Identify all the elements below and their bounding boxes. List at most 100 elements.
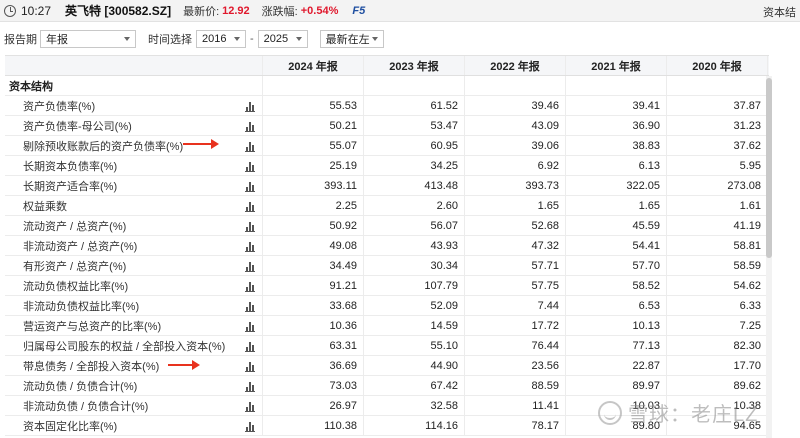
to-year-select[interactable]: 2025	[257, 30, 308, 48]
bar-chart-icon[interactable]	[245, 382, 255, 392]
value-cell: 33.68	[263, 296, 364, 315]
row-label: 归属母公司股东的权益 / 全部投入资本(%)	[23, 340, 226, 353]
period-label: 报告期	[4, 34, 37, 46]
from-year-select[interactable]: 2016	[196, 30, 246, 48]
empty-cell	[566, 76, 667, 95]
bar-chart-icon[interactable]	[245, 162, 255, 172]
table-row: 资产负债率(%) 55.53 61.52 39.46 39.41 37.87	[5, 96, 769, 116]
value-cell: 7.25	[667, 316, 768, 335]
row-label: 资产负债率(%)	[23, 100, 96, 113]
value-cell: 14.59	[364, 316, 465, 335]
column-header[interactable]: 2020 年报	[667, 56, 768, 75]
bar-chart-icon[interactable]	[245, 242, 255, 252]
value-cell: 6.33	[667, 296, 768, 315]
clock-icon	[4, 4, 16, 17]
value-cell: 53.47	[364, 116, 465, 135]
table-row: 权益乘数 2.25 2.60 1.65 1.65 1.61	[5, 196, 769, 216]
bar-chart-icon[interactable]	[245, 362, 255, 372]
column-header[interactable]: 2023 年报	[364, 56, 465, 75]
value-cell: 43.09	[465, 116, 566, 135]
bar-chart-icon[interactable]	[245, 302, 255, 312]
bar-chart-icon[interactable]	[245, 142, 255, 152]
table-header-row: 2024 年报 2023 年报 2022 年报 2021 年报 2020 年报	[5, 56, 769, 76]
row-label-cell: 流动负债 / 负债合计(%)	[5, 376, 263, 395]
scrollbar-thumb[interactable]	[766, 78, 772, 258]
value-cell: 43.93	[364, 236, 465, 255]
value-cell: 34.49	[263, 256, 364, 275]
value-cell: 55.53	[263, 96, 364, 115]
row-label-cell: 权益乘数	[5, 196, 263, 215]
column-header[interactable]: 2024 年报	[263, 56, 364, 75]
value-cell: 23.56	[465, 356, 566, 375]
row-label: 有形资产 / 总资产(%)	[23, 260, 127, 273]
range-separator: -	[250, 33, 254, 45]
value-cell: 322.05	[566, 176, 667, 195]
table-row: 带息债务 / 全部投入资本(%) 36.69 44.90 23.56 22.87 17.7…	[5, 356, 769, 376]
row-label: 流动负债权益比率(%)	[23, 280, 129, 293]
value-cell: 1.65	[465, 196, 566, 215]
bar-chart-icon[interactable]	[245, 182, 255, 192]
bar-chart-icon[interactable]	[245, 122, 255, 132]
stock-name[interactable]: 英飞特 [300582.SZ]	[65, 2, 171, 19]
table-row: 长期资本负债率(%) 25.19 34.25 6.92 6.13 5.95	[5, 156, 769, 176]
value-cell: 57.71	[465, 256, 566, 275]
value-cell: 56.07	[364, 216, 465, 235]
refresh-button[interactable]: F5	[352, 5, 365, 17]
value-cell: 1.65	[566, 196, 667, 215]
period-select[interactable]: 年报	[40, 30, 136, 48]
bar-chart-icon[interactable]	[245, 102, 255, 112]
value-cell: 393.73	[465, 176, 566, 195]
value-cell: 54.62	[667, 276, 768, 295]
watermark: 雪球：老庄LZ	[598, 398, 758, 427]
row-label-cell: 非流动负债权益比率(%)	[5, 296, 263, 315]
table-row: 流动负债 / 负债合计(%) 73.03 67.42 88.59 89.97 89.62	[5, 376, 769, 396]
red-arrow-annotation	[183, 139, 219, 149]
bar-chart-icon[interactable]	[245, 202, 255, 212]
value-cell: 10.13	[566, 316, 667, 335]
value-cell: 17.72	[465, 316, 566, 335]
value-cell: 5.95	[667, 156, 768, 175]
bar-chart-icon[interactable]	[245, 322, 255, 332]
column-header[interactable]: 2022 年报	[465, 56, 566, 75]
value-cell: 6.13	[566, 156, 667, 175]
chevron-down-icon	[295, 37, 302, 41]
section-tab[interactable]: 资本结	[763, 4, 796, 20]
value-cell: 37.62	[667, 136, 768, 155]
row-label-cell: 资产负债率(%)	[5, 96, 263, 115]
row-label-cell: 非流动资产 / 总资产(%)	[5, 236, 263, 255]
watermark-text: 雪球：老庄LZ	[628, 404, 759, 426]
chevron-down-icon	[371, 37, 378, 41]
value-cell: 77.13	[566, 336, 667, 355]
value-cell: 78.17	[465, 416, 566, 435]
column-header[interactable]: 2021 年报	[566, 56, 667, 75]
row-label: 长期资本负债率(%)	[23, 160, 118, 173]
value-cell: 67.42	[364, 376, 465, 395]
value-cell: 55.07	[263, 136, 364, 155]
value-cell: 88.59	[465, 376, 566, 395]
bar-chart-icon[interactable]	[245, 262, 255, 272]
bar-chart-icon[interactable]	[245, 342, 255, 352]
order-select[interactable]: 最新在左	[319, 30, 384, 48]
xueqiu-logo-icon	[598, 400, 622, 425]
bar-chart-icon[interactable]	[245, 422, 255, 432]
table-row: 长期资产适合率(%) 393.11 413.48 393.73 322.05 273.08	[5, 176, 769, 196]
table-row: 资产负债率-母公司(%) 50.21 53.47 43.09 36.90 31.23	[5, 116, 769, 136]
bar-chart-icon[interactable]	[245, 282, 255, 292]
value-cell: 2.60	[364, 196, 465, 215]
bar-chart-icon[interactable]	[245, 402, 255, 412]
row-label: 剔除预收账款后的资产负债率(%)	[23, 140, 184, 153]
value-cell: 36.69	[263, 356, 364, 375]
row-label-cell: 长期资本负债率(%)	[5, 156, 263, 175]
empty-cell	[263, 76, 364, 95]
capital-structure-table: 2024 年报 2023 年报 2022 年报 2021 年报 2020 年报 …	[5, 55, 769, 436]
row-label-cell: 归属母公司股东的权益 / 全部投入资本(%)	[5, 336, 263, 355]
value-cell: 107.79	[364, 276, 465, 295]
row-label: 长期资产适合率(%)	[23, 180, 118, 193]
row-label: 非流动资产 / 总资产(%)	[23, 240, 138, 253]
value-cell: 52.09	[364, 296, 465, 315]
header-blank	[5, 56, 263, 75]
value-cell: 50.92	[263, 216, 364, 235]
change-value: +0.54%	[300, 4, 339, 17]
bar-chart-icon[interactable]	[245, 222, 255, 232]
value-cell: 49.08	[263, 236, 364, 255]
